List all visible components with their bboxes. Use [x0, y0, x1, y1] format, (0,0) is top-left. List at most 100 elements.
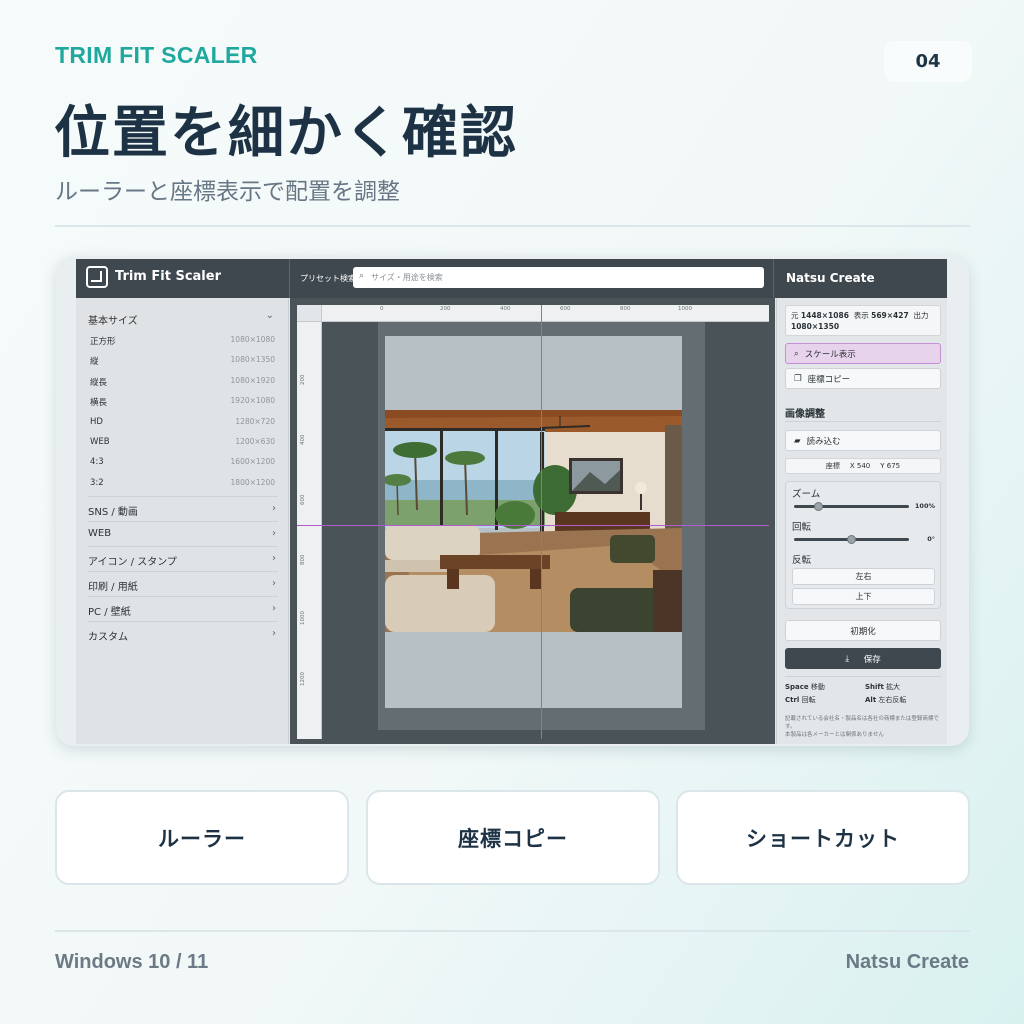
size-item[interactable]: 横長 1920×1080	[90, 396, 275, 416]
button-label: 読み込む	[806, 436, 841, 447]
guide-line-vertical[interactable]	[541, 305, 542, 739]
topbar-divider	[289, 259, 290, 298]
size-dim: 1280×720	[235, 417, 275, 426]
header-divider	[55, 225, 970, 227]
room-photo[interactable]	[385, 410, 682, 632]
topbar-divider	[773, 259, 774, 298]
copy-icon: ❐	[794, 373, 802, 384]
canvas-area[interactable]: 0 200 400 600 800 1000 200 400 600 800 1…	[290, 298, 775, 744]
rotate-slider[interactable]	[794, 535, 909, 544]
shortcut-action: 左右反転	[878, 696, 907, 704]
info-label: 表示	[853, 311, 869, 320]
size-dim: 1800×1200	[230, 478, 275, 487]
size-item[interactable]: 正方形 1080×1080	[90, 335, 275, 355]
chevron-right-icon: ›	[272, 603, 276, 614]
app-window: Trim Fit Scaler プリセット検索 ⌕ Natsu Create 基…	[76, 259, 947, 744]
size-dim: 1080×1080	[230, 335, 275, 344]
size-item[interactable]: 縦長 1080×1920	[90, 376, 275, 396]
size-name: 3:2	[90, 478, 104, 488]
guide-line-horizontal[interactable]	[297, 525, 769, 526]
zoom-value: 100%	[914, 502, 935, 510]
coord-y: Y 675	[880, 462, 901, 470]
size-name: HD	[90, 417, 103, 427]
ruler-tick: 800	[300, 554, 306, 566]
rotate-slider-knob[interactable]	[846, 535, 856, 544]
size-item[interactable]: WEB 1200×630	[90, 437, 275, 457]
download-icon: ⤓	[845, 653, 850, 664]
ruler-tick: 600	[560, 306, 571, 312]
shortcut-action: 拡大	[886, 683, 901, 691]
coord-label: 座標	[825, 462, 840, 470]
size-dim: 1080×1920	[230, 376, 275, 385]
chevron-right-icon: ›	[272, 628, 276, 639]
size-item[interactable]: HD 1280×720	[90, 417, 275, 437]
app-topbar: Trim Fit Scaler プリセット検索 ⌕ Natsu Create	[76, 259, 947, 298]
size-dim: 1920×1080	[230, 396, 275, 405]
image-adjust-title: 画像調整	[785, 409, 825, 420]
ruler-tick: 1200	[300, 672, 306, 686]
ruler-tick: 1000	[300, 611, 306, 625]
preset-sidebar: 基本サイズ ⌄ 正方形 1080×1080 縦 1080×1350 縦長 1080×1…	[76, 298, 289, 744]
category-web[interactable]: WEB ›	[88, 521, 278, 546]
ruler-tick: 400	[300, 434, 306, 446]
room-photo-image	[385, 410, 682, 632]
ruler-tick: 200	[300, 374, 306, 386]
footer-divider	[55, 930, 970, 932]
category-print[interactable]: 印刷 / 用紙 ›	[88, 571, 278, 596]
category-custom[interactable]: カスタム ›	[88, 621, 278, 646]
chevron-right-icon: ›	[272, 578, 276, 589]
adjust-controls: ズーム 100% 回転 0° 反転 左右 上下	[785, 481, 941, 609]
category-sns[interactable]: SNS / 動画 ›	[88, 496, 278, 521]
flip-label: 反転	[792, 555, 812, 566]
os-support: Windows 10 / 11	[55, 951, 209, 973]
size-item[interactable]: 4:3 1600×1200	[90, 457, 275, 477]
page-subtitle: ルーラーと座標表示で配置を調整	[55, 179, 400, 205]
zoom-slider-knob[interactable]	[814, 502, 824, 511]
shortcut-item: Space 移動	[785, 682, 825, 692]
save-button[interactable]: ⤓ 保存	[785, 648, 941, 669]
flip-vertical-button[interactable]: 上下	[792, 588, 935, 605]
shortcut-key: Shift	[865, 683, 884, 691]
zoom-slider[interactable]	[794, 502, 909, 511]
flip-horizontal-button[interactable]: 左右	[792, 568, 935, 585]
ruler-tick: 0	[380, 306, 384, 312]
button-label: スケール表示	[804, 349, 856, 360]
shortcut-item: Alt 左右反転	[865, 695, 906, 705]
preset-search-box[interactable]: ⌕	[353, 267, 764, 288]
size-dim: 1080×1350	[230, 355, 275, 364]
reset-button[interactable]: 初期化	[785, 620, 941, 641]
shortcut-action: 回転	[801, 696, 816, 704]
copy-coords-button[interactable]: ❐ 座標コピー	[785, 368, 941, 389]
page-number-badge: 04	[884, 41, 972, 82]
size-name: 縦長	[90, 378, 108, 388]
shortcut-key: Space	[785, 683, 809, 691]
category-label: PC / 壁紙	[88, 607, 131, 618]
category-pc-wallpaper[interactable]: PC / 壁紙 ›	[88, 596, 278, 621]
size-item[interactable]: 縦 1080×1350	[90, 355, 275, 375]
chevron-down-icon[interactable]: ⌄	[266, 310, 274, 321]
size-item[interactable]: 3:2 1800×1200	[90, 478, 275, 498]
ruler-tick: 600	[300, 494, 306, 506]
info-output-size: 1080×1350	[791, 322, 840, 331]
load-image-button[interactable]: ▰ 読み込む	[785, 430, 941, 451]
info-display-size: 569×427	[871, 311, 909, 320]
info-label: 出力	[913, 311, 929, 320]
page-title: 位置を細かく確認	[54, 101, 518, 166]
category-label: カスタム	[88, 632, 128, 643]
category-label: アイコン / スタンプ	[88, 557, 177, 568]
category-label: WEB	[88, 528, 112, 539]
chevron-right-icon: ›	[272, 553, 276, 564]
group-basic-sizes[interactable]: 基本サイズ	[88, 312, 138, 327]
app-screenshot: Trim Fit Scaler プリセット検索 ⌕ Natsu Create 基…	[56, 256, 969, 746]
category-icon-stamp[interactable]: アイコン / スタンプ ›	[88, 546, 278, 571]
button-label: 保存	[863, 654, 881, 665]
scale-view-button[interactable]: ⌕ スケール表示	[785, 343, 941, 364]
coordinate-readout: 座標 X 540 Y 675	[785, 458, 941, 474]
info-label: 元	[791, 311, 799, 320]
horizontal-ruler: 0 200 400 600 800 1000	[297, 305, 769, 322]
size-info: 元 1448×1086 表示 569×427 出力 1080×1350	[785, 305, 941, 336]
zoom-label: ズーム	[792, 489, 821, 500]
shortcut-action: 移動	[810, 683, 825, 691]
search-input[interactable]	[371, 267, 751, 288]
disclaimer-line: 本製品は各メーカーとは関係ありません	[785, 732, 884, 738]
